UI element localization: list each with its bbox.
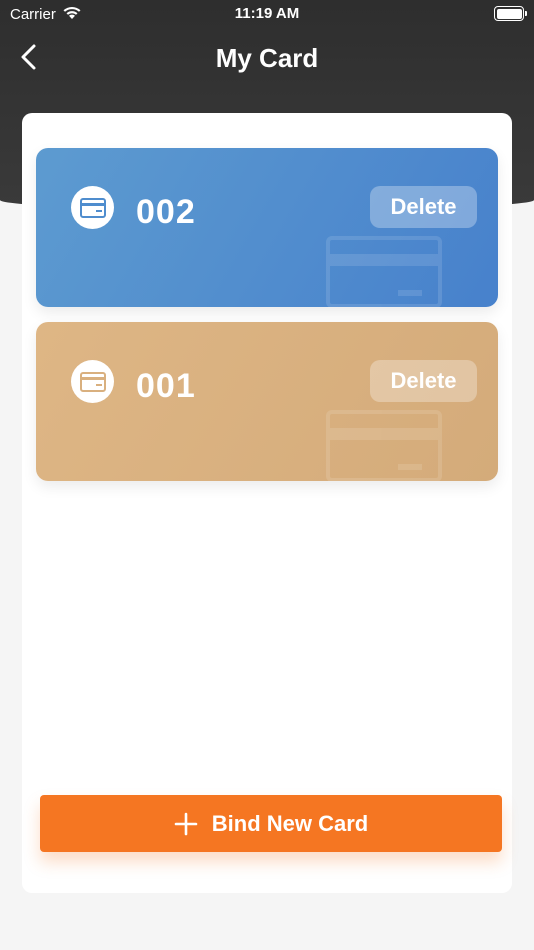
- card-watermark-icon: [326, 236, 442, 307]
- bind-new-card-button[interactable]: Bind New Card: [40, 795, 502, 852]
- credit-card-icon: [79, 371, 106, 392]
- card-icon-badge: [71, 360, 114, 403]
- card-number: 001: [136, 367, 196, 405]
- credit-card-icon: [79, 197, 106, 218]
- plus-icon: [174, 812, 198, 835]
- card-number: 002: [136, 193, 196, 231]
- status-time: 11:19 AM: [234, 5, 300, 22]
- status-bar: Carrier 11:19 AM: [0, 0, 534, 28]
- card-item[interactable]: 002 Delete: [36, 148, 498, 307]
- delete-card-button[interactable]: Delete: [370, 360, 477, 402]
- card-item[interactable]: 001 Delete: [36, 322, 498, 481]
- bind-new-card-label: Bind New Card: [211, 810, 369, 836]
- card-watermark-icon: [326, 410, 442, 481]
- delete-card-button[interactable]: Delete: [370, 186, 477, 228]
- page-title: My Card: [215, 43, 319, 73]
- cards-panel: 002 Delete 001 Delete Bind New Card: [22, 113, 512, 893]
- card-icon-badge: [71, 186, 114, 229]
- navigation-bar: My Card: [0, 30, 534, 86]
- battery-icon: [494, 6, 527, 21]
